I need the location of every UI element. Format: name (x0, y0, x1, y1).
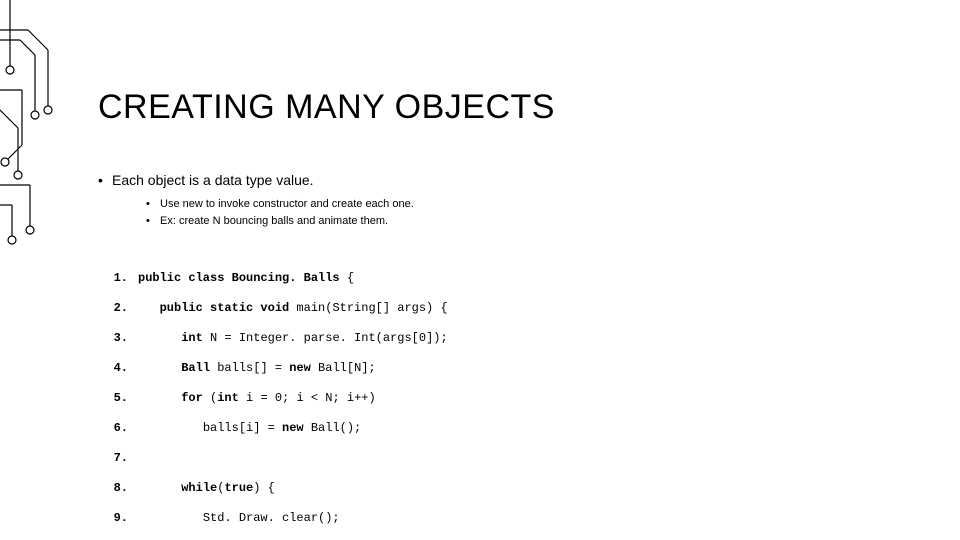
slide-title: CREATING MANY OBJECTS (98, 88, 555, 127)
subbullet-1: Use new to invoke constructor and create… (160, 198, 414, 210)
body-text: •Each object is a data type value. •Use … (98, 172, 898, 230)
subbullet-2: Ex: create N bouncing balls and animate … (160, 215, 388, 227)
bullet-1: Each object is a data type value. (112, 172, 314, 188)
circuit-decoration (0, 0, 100, 260)
code-block: 1.public class Bouncing. Balls { 2. publ… (98, 256, 448, 540)
